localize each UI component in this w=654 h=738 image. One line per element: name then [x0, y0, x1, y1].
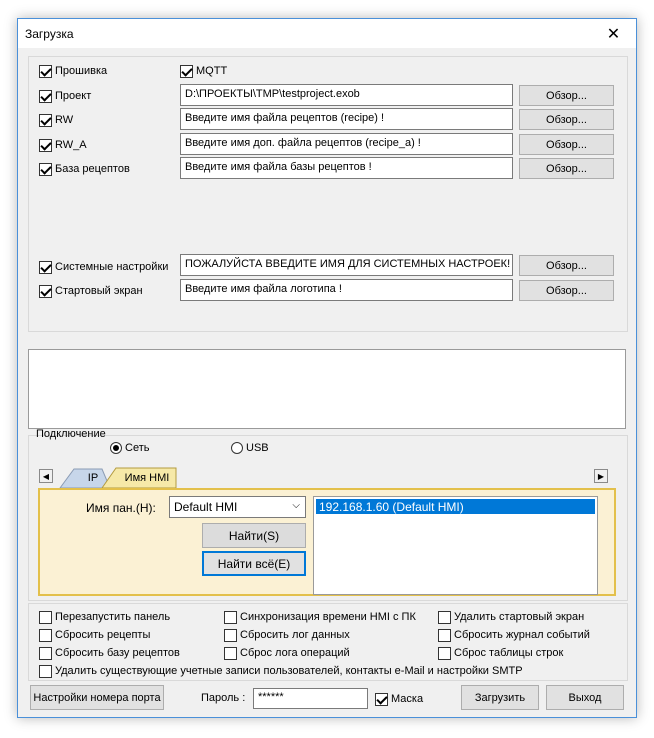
- reset-recipe-db-checkbox[interactable]: Сбросить базу рецептов: [39, 646, 180, 660]
- system-settings-checkbox[interactable]: Системные настройки: [39, 260, 168, 274]
- mqtt-checkbox[interactable]: MQTT: [180, 64, 227, 78]
- panel-name-label: Имя пан.(H):: [86, 501, 156, 515]
- checkbox-box[interactable]: [180, 64, 193, 78]
- tab-scroll-left[interactable]: ◀: [39, 469, 53, 483]
- tab-hmi-name[interactable]: Имя HMI: [118, 469, 176, 487]
- recipe-db-checkbox[interactable]: База рецептов: [39, 162, 130, 176]
- recipe-db-path-field[interactable]: Введите имя файла базы рецептов !: [180, 157, 513, 179]
- start-screen-browse-button[interactable]: Обзор...: [519, 280, 614, 301]
- port-settings-button[interactable]: Настройки номера порта: [30, 685, 164, 710]
- password-label: Пароль :: [201, 692, 246, 704]
- find-button[interactable]: Найти(S): [202, 523, 306, 548]
- system-settings-browse-button[interactable]: Обзор...: [519, 255, 614, 276]
- upload-dialog: Загрузка ✕ Прошивка MQTT Проект D:\ПРОЕК…: [17, 18, 637, 718]
- title-bar: Загрузка ✕: [18, 19, 636, 48]
- hmi-list[interactable]: 192.168.1.60 (Default HMI): [313, 496, 598, 595]
- list-item[interactable]: 192.168.1.60 (Default HMI): [316, 499, 595, 514]
- checkbox-box[interactable]: [39, 64, 52, 78]
- project-browse-button[interactable]: Обзор...: [519, 85, 614, 106]
- window-title: Загрузка: [25, 27, 74, 41]
- network-radio[interactable]: Сеть: [110, 441, 149, 455]
- reset-recipes-checkbox[interactable]: Сбросить рецепты: [39, 628, 150, 642]
- delete-start-screen-checkbox[interactable]: Удалить стартовый экран: [438, 610, 584, 624]
- reset-string-table-checkbox[interactable]: Сброс таблицы строк: [438, 646, 563, 660]
- rw-checkbox[interactable]: RW: [39, 113, 73, 127]
- tab-ip[interactable]: IP: [78, 469, 108, 487]
- reset-event-log-checkbox[interactable]: Сбросить журнал событий: [438, 628, 590, 642]
- start-screen-path-field[interactable]: Введите имя файла логотипа !: [180, 279, 513, 301]
- project-path-field[interactable]: D:\ПРОЕКТЫ\TMP\testproject.exob: [180, 84, 513, 106]
- connection-group-label: Подключение: [36, 428, 106, 440]
- rw-a-path-field[interactable]: Введите имя доп. файла рецептов (recipe_…: [180, 133, 513, 155]
- password-field[interactable]: ******: [253, 688, 368, 709]
- firmware-checkbox[interactable]: Прошивка: [39, 64, 107, 78]
- tab-scroll-right[interactable]: ▶: [594, 469, 608, 483]
- recipe-db-browse-button[interactable]: Обзор...: [519, 158, 614, 179]
- exit-button[interactable]: Выход: [546, 685, 624, 710]
- log-area[interactable]: [28, 349, 626, 429]
- mask-checkbox[interactable]: Маска: [375, 692, 423, 706]
- rw-path-field[interactable]: Введите имя файла рецептов (recipe) !: [180, 108, 513, 130]
- rw-browse-button[interactable]: Обзор...: [519, 109, 614, 130]
- delete-accounts-checkbox[interactable]: Удалить существующие учетные записи поль…: [39, 664, 523, 678]
- chevron-down-icon: ⌵: [292, 500, 300, 511]
- reset-operation-log-checkbox[interactable]: Сброс лога операций: [224, 646, 350, 660]
- start-screen-checkbox[interactable]: Стартовый экран: [39, 284, 143, 298]
- system-settings-path-field[interactable]: ПОЖАЛУЙСТА ВВЕДИТЕ ИМЯ ДЛЯ СИСТЕМНЫХ НАС…: [180, 254, 513, 276]
- rw-a-browse-button[interactable]: Обзор...: [519, 134, 614, 155]
- close-icon[interactable]: ✕: [591, 19, 636, 48]
- reset-data-log-checkbox[interactable]: Сбросить лог данных: [224, 628, 350, 642]
- rw-a-checkbox[interactable]: RW_A: [39, 138, 87, 152]
- project-checkbox[interactable]: Проект: [39, 89, 91, 103]
- time-sync-checkbox[interactable]: Синхронизация времени HMI с ПК: [224, 610, 416, 624]
- restart-panel-checkbox[interactable]: Перезапустить панель: [39, 610, 170, 624]
- panel-name-select[interactable]: Default HMI ⌵: [169, 496, 306, 518]
- usb-radio[interactable]: USB: [231, 441, 269, 455]
- find-all-button[interactable]: Найти всё(E): [202, 551, 306, 576]
- upload-button[interactable]: Загрузить: [461, 685, 539, 710]
